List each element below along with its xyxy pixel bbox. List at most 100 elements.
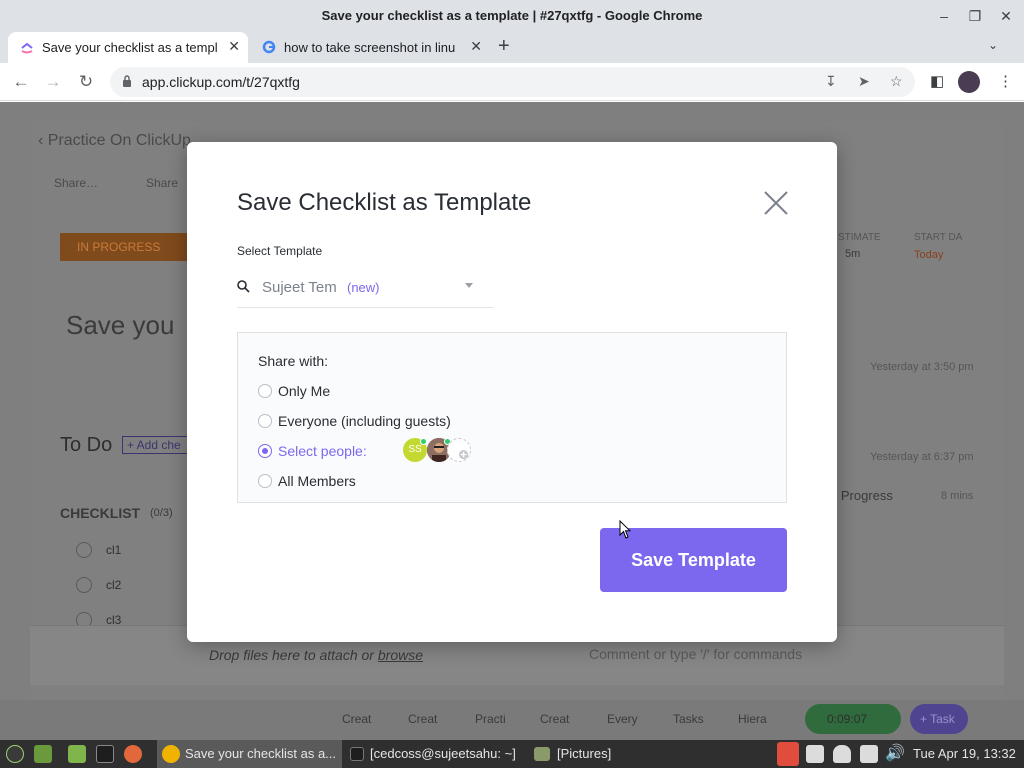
lock-icon <box>123 75 131 87</box>
os-taskbar: Save your checklist as a... [cedcoss@suj… <box>0 740 1024 768</box>
footer-tab[interactable]: Practi <box>475 712 506 726</box>
footer-tab[interactable]: Creat <box>540 712 569 726</box>
mins-text: 8 mins <box>941 490 974 502</box>
footer-tab[interactable]: Creat <box>342 712 371 726</box>
folder-icon <box>534 747 550 761</box>
close-tab-icon[interactable]: ✕ <box>470 38 482 55</box>
close-icon[interactable] <box>763 190 789 216</box>
window-titlebar: Save your checklist as a template | #27q… <box>0 0 1024 32</box>
menu-icon[interactable] <box>6 745 24 763</box>
estimate-value: 5m <box>845 248 861 260</box>
footer-tab[interactable]: Every <box>607 712 638 726</box>
tab-label: Save your checklist as a templ <box>42 40 218 55</box>
share-with-label: Share with: <box>258 353 329 369</box>
terminal-icon <box>350 747 364 761</box>
close-tab-icon[interactable]: ✕ <box>228 38 240 55</box>
browser-toolbar: ← → ↻ app.clickup.com/t/27qxtfg ↧ ➤ ☆ ◧ … <box>0 63 1024 101</box>
tab-clickup[interactable]: Save your checklist as a templ ✕ <box>8 32 248 63</box>
task-title: Save you <box>66 310 175 340</box>
add-checklist-button[interactable]: + Add che <box>122 436 188 454</box>
status-badge: IN PROGRESS <box>60 233 187 261</box>
update-manager-icon[interactable] <box>806 745 824 763</box>
search-icon <box>237 280 250 293</box>
tab-strip: Save your checklist as a templ ✕ how to … <box>0 32 1024 63</box>
checklist-heading: CHECKLIST <box>60 505 141 521</box>
chrome-icon <box>162 745 180 763</box>
terminal-icon[interactable] <box>96 745 114 763</box>
start-label: START DA <box>914 232 963 243</box>
breadcrumb-label: Practice On ClickUp <box>47 132 191 149</box>
new-template-badge: (new) <box>347 280 380 295</box>
network-icon[interactable] <box>860 745 878 763</box>
drop-files-label: Drop files here to attach or <box>209 647 374 663</box>
option-label: Select people: <box>278 443 367 459</box>
taskbar-terminal[interactable]: [cedcoss@sujeetsahu: ~] <box>346 740 526 768</box>
template-name-input[interactable]: Sujeet Tem <box>262 279 337 296</box>
comment-input[interactable]: Comment or type '/' for commands <box>589 646 802 662</box>
option-label: Everyone (including guests) <box>278 413 451 429</box>
plus-circle-icon <box>459 450 469 460</box>
reload-icon[interactable]: ↻ <box>75 71 97 93</box>
footer-tab[interactable]: Hiera <box>738 712 767 726</box>
checklist-radio[interactable] <box>76 542 92 558</box>
minimize-icon[interactable]: – <box>934 6 954 26</box>
browse-link[interactable]: browse <box>378 647 423 663</box>
template-select[interactable]: Sujeet Tem (new) <box>237 272 494 308</box>
shield-icon[interactable] <box>833 745 851 763</box>
online-status-dot <box>420 438 427 445</box>
google-favicon-icon <box>262 40 276 54</box>
bookmark-star-icon[interactable]: ☆ <box>890 73 903 90</box>
firefox-icon[interactable] <box>124 745 142 763</box>
mouse-cursor-icon <box>619 520 631 539</box>
drop-files-text: Drop files here to attach or browse <box>209 647 423 663</box>
footer-tab[interactable]: Tasks <box>673 712 704 726</box>
estimate-label: STIMATE <box>838 232 881 243</box>
todo-heading: To Do <box>60 434 113 456</box>
chevron-down-icon[interactable] <box>465 283 473 288</box>
url-text: app.clickup.com/t/27qxtfg <box>142 74 300 90</box>
forward-icon[interactable]: → <box>42 71 64 93</box>
radio-button[interactable] <box>258 414 272 428</box>
side-panel-icon[interactable]: ◧ <box>930 72 944 90</box>
tab-google[interactable]: how to take screenshot in linu ✕ <box>250 32 490 63</box>
crumb-share-2: Share <box>146 176 179 190</box>
crumb-share-1: Share… <box>54 176 99 190</box>
new-tab-icon[interactable]: + <box>498 35 510 58</box>
new-task-button[interactable]: + Task <box>910 704 968 734</box>
activity-time-1: Yesterday at 3:50 pm <box>870 361 974 373</box>
checklist-radio[interactable] <box>76 577 92 593</box>
volume-icon[interactable]: 🔊 <box>885 745 905 763</box>
close-window-icon[interactable]: ✕ <box>996 6 1016 26</box>
tab-search-icon[interactable]: ⌄ <box>988 38 998 52</box>
taskbar-chrome[interactable]: Save your checklist as a... <box>157 740 342 768</box>
taskbar-pictures[interactable]: [Pictures] <box>530 740 640 768</box>
timer-pill[interactable]: 0:09:07 <box>805 704 901 734</box>
checklist-item: cl2 <box>106 578 122 592</box>
activity-time-2: Yesterday at 6:37 pm <box>870 451 974 463</box>
radio-button[interactable] <box>258 474 272 488</box>
tab-label: how to take screenshot in linu <box>284 40 456 55</box>
show-desktop-icon[interactable] <box>34 745 52 763</box>
share-with-panel: Share with: Only Me Everyone (including … <box>237 332 787 503</box>
add-person-icon[interactable] <box>447 438 471 462</box>
radio-button[interactable] <box>258 384 272 398</box>
save-template-modal: Save Checklist as Template Select Templa… <box>187 142 837 642</box>
checklist-count: (0/3) <box>150 507 173 519</box>
back-icon[interactable]: ← <box>10 71 32 93</box>
send-icon[interactable]: ➤ <box>858 73 870 90</box>
checklist-item: cl1 <box>106 543 122 557</box>
modal-title: Save Checklist as Template <box>237 189 532 216</box>
profile-avatar[interactable] <box>958 71 980 93</box>
maximize-icon[interactable]: ❐ <box>965 6 985 26</box>
menu-kebab-icon[interactable]: ⋮ <box>998 72 1013 90</box>
start-value: Today <box>914 249 944 261</box>
option-label: All Members <box>278 473 356 489</box>
breadcrumb: ‹ Practice On ClickUp <box>38 132 191 149</box>
install-app-icon[interactable]: ↧ <box>825 73 837 90</box>
address-bar[interactable]: app.clickup.com/t/27qxtfg ↧ ➤ ☆ <box>110 67 915 97</box>
taskbar-label: Save your checklist as a... <box>185 746 337 761</box>
files-icon[interactable] <box>68 745 86 763</box>
footer-tab[interactable]: Creat <box>408 712 437 726</box>
radio-button[interactable] <box>258 444 272 458</box>
anydesk-icon[interactable] <box>777 742 799 766</box>
